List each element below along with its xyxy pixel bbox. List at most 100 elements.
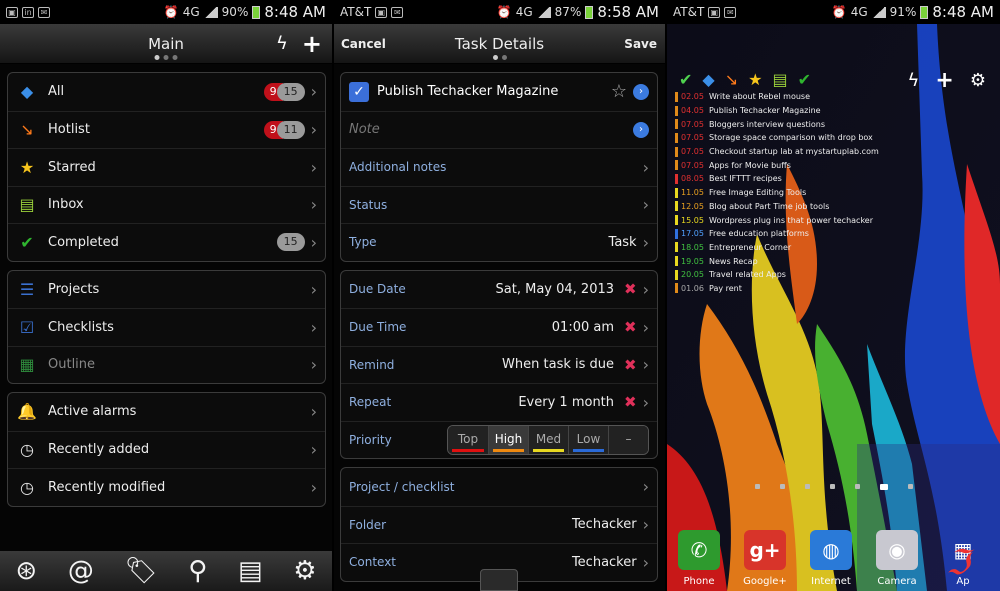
task-date: 07.05: [681, 160, 704, 170]
type-row[interactable]: Type Task ›: [341, 223, 657, 261]
widget-task-row[interactable]: 07.05 Storage space comparison with drop …: [675, 131, 975, 145]
alarm-icon: ⏰: [496, 5, 512, 19]
app-phone[interactable]: ✆ Phone: [677, 530, 721, 587]
type-label: Type: [349, 235, 377, 250]
menu-item-completed[interactable]: ✔ Completed 15 ›: [8, 223, 325, 261]
widget-task-row[interactable]: 17.05 Free education platforms: [675, 227, 975, 241]
priority-selector[interactable]: Top High Med Low –: [447, 424, 649, 455]
app-google[interactable]: g+ Google+: [743, 530, 787, 587]
widget-task-row[interactable]: 07.05 Apps for Movie buffs: [675, 158, 975, 172]
widget-task-row[interactable]: 20.05 Travel related Apps: [675, 268, 975, 282]
menu-item-starred[interactable]: ★ Starred ›: [8, 148, 325, 186]
folder-row[interactable]: Folder Techacker ›: [341, 505, 657, 544]
priority-option[interactable]: High: [488, 425, 528, 454]
menu-item-label: Outline: [48, 357, 96, 373]
menu-item-active-alarms[interactable]: 🔔 Active alarms ›: [8, 393, 325, 431]
battery-percent: 91%: [889, 5, 917, 19]
context-value: Techacker: [571, 554, 637, 570]
total-count: 15: [276, 82, 305, 101]
save-button[interactable]: Save: [624, 37, 657, 51]
bottom-toolbar: ⊛ @ 🏷 ⚲ ▤ ⚙: [0, 551, 332, 591]
cancel-button[interactable]: Cancel: [341, 37, 386, 51]
chevron-right-icon: ›: [310, 195, 317, 215]
check-circle-icon[interactable]: ✔: [798, 70, 811, 89]
menu-item-recently-modified[interactable]: ◷ Recently modified ›: [8, 468, 325, 506]
notebook-icon[interactable]: ▤: [238, 556, 263, 586]
clear-icon[interactable]: ✖: [624, 356, 637, 374]
quick-add-icon[interactable]: ϟ: [908, 70, 920, 91]
widget-task-row[interactable]: 11.05 Free Image Editing Tools: [675, 186, 975, 200]
remind-row[interactable]: Remind When task is due ✖ ›: [341, 345, 657, 384]
menu-item-all[interactable]: ◆ All 9 15 ›: [8, 73, 325, 111]
star-outline-icon[interactable]: ☆: [611, 81, 627, 102]
widget-task-row[interactable]: 15.05 Wordpress plug ins that power techa…: [675, 213, 975, 227]
add-task-button[interactable]: +: [302, 32, 322, 56]
task-name[interactable]: Publish Techacker Magazine: [377, 84, 611, 99]
gear-icon[interactable]: ⚙: [970, 70, 986, 91]
app-label: Google+: [743, 576, 787, 587]
note-row[interactable]: Note ›: [341, 110, 657, 149]
widget-task-row[interactable]: 02.05 Write about Rebel mouse: [675, 90, 975, 104]
task-name-row[interactable]: ✓ Publish Techacker Magazine ☆ ›: [341, 73, 657, 111]
widget-task-row[interactable]: 07.05 Checkout startup lab at mystartupla…: [675, 145, 975, 159]
menu-item-hotlist[interactable]: ↘ Hotlist 9 11 ›: [8, 110, 325, 149]
priority-option[interactable]: Med: [528, 425, 568, 454]
complete-checkbox[interactable]: ✓: [349, 81, 369, 102]
task-date: 04.05: [681, 106, 704, 116]
task-date: 15.05: [681, 215, 704, 225]
chevron-right-icon: ›: [310, 279, 317, 299]
menu-item-label: Recently added: [48, 442, 150, 458]
menu-item-inbox[interactable]: ▤ Inbox ›: [8, 185, 325, 224]
widget-task-row[interactable]: 12.05 Blog about Part Time job tools: [675, 200, 975, 214]
gear-icon[interactable]: ⚙: [293, 556, 316, 586]
star-icon[interactable]: ★: [748, 70, 762, 89]
menu-item-projects[interactable]: ☰ Projects ›: [8, 271, 325, 309]
quick-add-icon[interactable]: ϟ: [276, 33, 288, 54]
search-icon[interactable]: ⚲: [188, 556, 207, 586]
widget-task-row[interactable]: 04.05 Publish Techacker Magazine: [675, 104, 975, 118]
tag-icon[interactable]: 🏷: [125, 556, 158, 586]
repeat-value: Every 1 month: [518, 394, 615, 410]
diamond-icon[interactable]: ◆: [702, 70, 714, 89]
at-icon[interactable]: @: [68, 556, 94, 586]
menu-item-outline[interactable]: ▦ Outline ›: [8, 345, 325, 384]
chevron-right-icon: ›: [642, 515, 649, 535]
keyboard-handle[interactable]: [480, 569, 518, 591]
check-icon[interactable]: ✔: [679, 70, 692, 89]
widget-task-row[interactable]: 18.05 Entrepreneur Corner: [675, 241, 975, 255]
widget-task-row[interactable]: 01.06 Pay rent: [675, 282, 975, 296]
clear-icon[interactable]: ✖: [624, 393, 637, 411]
menu-item-recently-added[interactable]: ◷ Recently added ›: [8, 430, 325, 469]
widget-task-row[interactable]: 08.05 Best IFTTT recipes: [675, 172, 975, 186]
menu-item-checklists[interactable]: ☑ Checklists ›: [8, 308, 325, 346]
due-time-row[interactable]: Due Time 01:00 am ✖ ›: [341, 308, 657, 346]
priority-option[interactable]: –: [608, 425, 648, 454]
task-date: 12.05: [681, 201, 704, 211]
hotlist-icon[interactable]: ↘: [725, 70, 738, 89]
menu-item-label: Projects: [48, 281, 100, 297]
widget-task-row[interactable]: 19.05 News Recap: [675, 254, 975, 268]
priority-bar: [675, 201, 678, 212]
chevron-right-icon: ›: [310, 440, 317, 460]
due-date-row[interactable]: Due Date Sat, May 04, 2013 ✖ ›: [341, 271, 657, 309]
techacker-logo: ℑ: [946, 543, 970, 583]
project-row[interactable]: Project / checklist ›: [341, 468, 657, 506]
clear-icon[interactable]: ✖: [624, 280, 637, 298]
widget-task-row[interactable]: 07.05 Bloggers interview questions: [675, 117, 975, 131]
repeat-row[interactable]: Repeat Every 1 month ✖ ›: [341, 383, 657, 421]
arrow-circle-icon[interactable]: ›: [633, 83, 649, 100]
app-internet[interactable]: ◍ Internet: [809, 530, 853, 587]
sync-icon[interactable]: ⊛: [15, 556, 37, 586]
app-camera[interactable]: ◉ Camera: [875, 530, 919, 587]
arrow-circle-icon[interactable]: ›: [633, 121, 649, 138]
clear-icon[interactable]: ✖: [624, 318, 637, 336]
status-row[interactable]: Status ›: [341, 185, 657, 224]
globe-icon: ◍: [810, 530, 852, 570]
additional-notes-row[interactable]: Additional notes ›: [341, 148, 657, 186]
status-label: Status: [349, 197, 388, 212]
note-field[interactable]: Note: [349, 122, 633, 137]
inbox-icon[interactable]: ▤: [772, 70, 787, 89]
priority-option[interactable]: Top: [448, 425, 488, 454]
priority-option[interactable]: Low: [568, 425, 608, 454]
clock-doc-icon: ◷: [20, 440, 34, 460]
